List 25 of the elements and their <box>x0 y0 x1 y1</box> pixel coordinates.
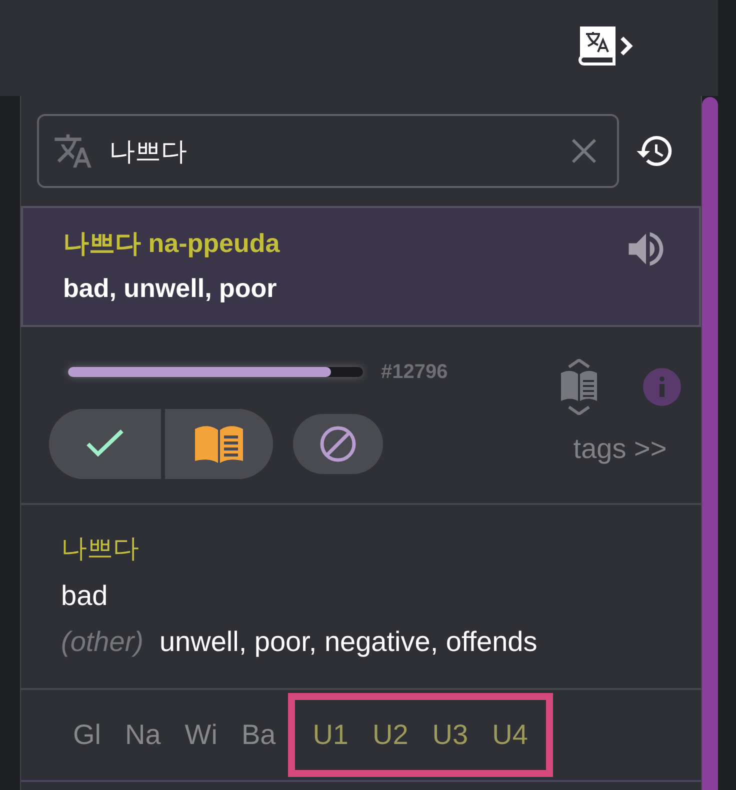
source-tab[interactable]: U3 <box>420 719 480 751</box>
search-bar[interactable]: 나쁘다 <box>37 114 619 188</box>
scrollbar[interactable] <box>702 97 718 790</box>
book-button[interactable] <box>161 409 273 479</box>
prohibit-icon <box>319 425 357 463</box>
source-tab[interactable]: Wi <box>172 719 230 751</box>
source-tab[interactable]: U1 <box>300 719 360 751</box>
result-word: 나쁘다 na-ppeuda <box>63 227 280 260</box>
definition-word: 나쁘다 <box>61 532 140 565</box>
book-expand-icon[interactable] <box>559 359 599 415</box>
clear-icon[interactable] <box>571 138 597 164</box>
other-label: (other) <box>61 626 144 658</box>
source-tab[interactable]: U2 <box>360 719 420 751</box>
result-card[interactable]: 나쁘다 na-ppeuda bad, unwell, poor <box>21 206 701 327</box>
primary-meaning: bad <box>61 580 109 612</box>
source-tab[interactable]: U4 <box>480 719 540 751</box>
source-tab[interactable]: Ba <box>229 719 288 751</box>
result-meaning: bad, unwell, poor <box>63 273 278 304</box>
open-book-icon <box>195 425 243 463</box>
source-tab[interactable]: Gl <box>61 719 113 751</box>
search-field[interactable]: 나쁘다 <box>109 136 555 166</box>
tags-link[interactable]: tags >> <box>573 433 667 465</box>
other-meanings: unwell, poor, negative, offends <box>159 626 538 658</box>
card-number: #12796 <box>381 360 448 384</box>
source-tab[interactable]: Na <box>113 719 173 751</box>
